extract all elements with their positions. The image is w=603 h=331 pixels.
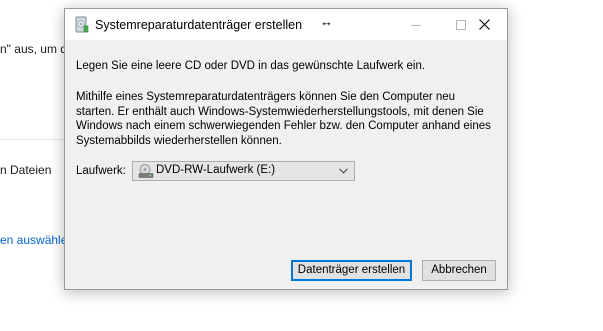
drive-select-value: DVD-RW-Laufwerk (E:) bbox=[156, 164, 276, 176]
close-button[interactable] bbox=[462, 9, 507, 40]
background-text-fragment: n" aus, um d bbox=[0, 42, 67, 56]
close-icon bbox=[479, 19, 490, 30]
window-title: Systemreparaturdatenträger erstellen bbox=[95, 18, 303, 32]
title-bar[interactable]: Systemreparaturdatenträger erstellen ↔ bbox=[65, 9, 507, 40]
minimize-icon bbox=[410, 24, 421, 26]
drive-select[interactable]: DVD-RW-Laufwerk (E:) bbox=[132, 161, 355, 181]
background-link[interactable]: en auswähle bbox=[0, 233, 67, 247]
cancel-button[interactable]: Abbrechen bbox=[422, 260, 496, 281]
repair-disc-dialog: Systemreparaturdatenträger erstellen ↔ L… bbox=[64, 8, 508, 290]
create-disc-button[interactable]: Datenträger erstellen bbox=[291, 260, 412, 281]
description-line: Windows nach einem schwerwiegenden Fehle… bbox=[76, 120, 491, 132]
background-text-fragment: n Dateien bbox=[0, 163, 52, 177]
drive-label: Laufwerk: bbox=[76, 165, 126, 177]
chevron-down-icon bbox=[339, 168, 348, 174]
description-line: starten. Er enthält auch Windows-Systemw… bbox=[76, 105, 484, 118]
dvd-drive-icon bbox=[138, 164, 154, 178]
background-divider bbox=[0, 139, 63, 140]
description-line: Mithilfe eines Systemreparaturdatenträge… bbox=[76, 91, 456, 103]
minimize-button[interactable] bbox=[393, 9, 438, 40]
description-line: Systemabbilds wiederherstellen können. bbox=[76, 134, 282, 147]
disc-repair-icon bbox=[75, 16, 89, 33]
description-text: Mithilfe eines Systemreparaturdatenträge… bbox=[76, 90, 501, 148]
move-cursor-icon: ↔ bbox=[320, 14, 333, 29]
instruction-text: Legen Sie eine leere CD oder DVD in das … bbox=[76, 60, 426, 72]
